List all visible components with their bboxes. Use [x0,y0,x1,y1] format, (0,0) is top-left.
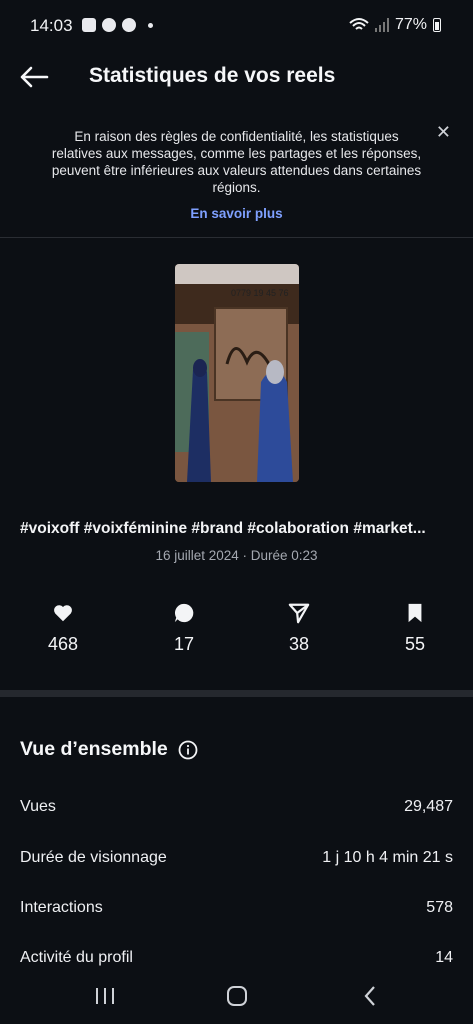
status-bar: 14:03 77% [0,0,473,52]
app-header: Statistiques de vos reels [0,52,473,102]
status-time: 14:03 [30,16,73,35]
chevron-left-icon [364,986,375,1006]
reel-thumbnail[interactable]: 0779 19 45 76 [175,264,299,482]
stat-label: Interactions [20,899,103,916]
privacy-notice: En raison des règles de confidentialité,… [0,120,473,238]
share-icon [288,603,310,624]
saves-stat: 55 [375,602,455,655]
stat-value: 14 [435,949,453,966]
comments-count: 17 [173,634,195,654]
engagement-row: 468 17 38 55 [0,602,473,662]
system-nav-bar [0,968,473,1024]
learn-more-link[interactable]: En savoir plus [0,206,473,221]
more-notifications-icon [148,22,153,28]
stat-row-watch-time: Durée de visionnage 1 j 10 h 4 min 21 s [20,849,453,867]
notice-text: En raison des règles de confidentialité,… [51,129,422,195]
home-button[interactable] [217,982,257,1010]
notification-icons [82,18,153,32]
comment-icon [174,603,194,623]
recents-button[interactable] [85,982,125,1010]
stat-row-views: Vues 29,487 [20,798,453,816]
battery-percent: 77% [394,16,427,33]
stat-label: Activité du profil [20,949,133,966]
reel-meta: 16 juillet 2024 · Durée 0:23 [155,548,318,563]
stat-value: 29,487 [404,798,453,815]
snapchat-notification-icon [122,18,136,32]
stat-value: 578 [426,899,453,916]
overview-title: Vue d’ensemble [20,738,168,760]
gallery-notification-icon [82,18,96,32]
home-icon [227,986,247,1006]
recents-icon [96,988,114,1004]
section-divider [0,690,473,697]
page-title: Statistiques de vos reels [89,64,336,87]
bookmark-icon [408,603,422,623]
heart-icon [54,605,72,622]
reel-caption: #voixoff #voixféminine #brand #colaborat… [20,520,426,537]
likes-stat: 468 [23,602,103,655]
shares-count: 38 [288,634,310,654]
shares-stat: 38 [259,602,339,655]
info-icon[interactable] [178,740,198,760]
status-right: 77% [349,16,441,34]
likes-count: 468 [47,634,79,654]
back-nav-button[interactable] [350,982,390,1010]
close-icon[interactable]: ✕ [436,122,451,143]
wifi-icon [349,18,369,30]
battery-icon [433,18,441,32]
stat-value: 1 j 10 h 4 min 21 s [322,849,453,866]
stat-row-interactions[interactable]: Interactions 578 [20,899,453,917]
comments-stat: 17 [144,602,224,655]
signal-icon [374,18,389,32]
reel-thumbnail-image: 0779 19 45 76 [175,264,299,482]
shazam-notification-icon [102,18,116,32]
back-button[interactable] [18,62,50,92]
stat-label: Durée de visionnage [20,849,167,866]
thumbnail-phone-number: 0779 19 45 76 [231,288,289,298]
saves-count: 55 [404,634,426,654]
overview-heading: Vue d’ensemble [20,738,198,761]
stat-row-profile-activity[interactable]: Activité du profil 14 [20,949,453,967]
arrow-left-icon [20,66,49,88]
stat-label: Vues [20,798,56,815]
